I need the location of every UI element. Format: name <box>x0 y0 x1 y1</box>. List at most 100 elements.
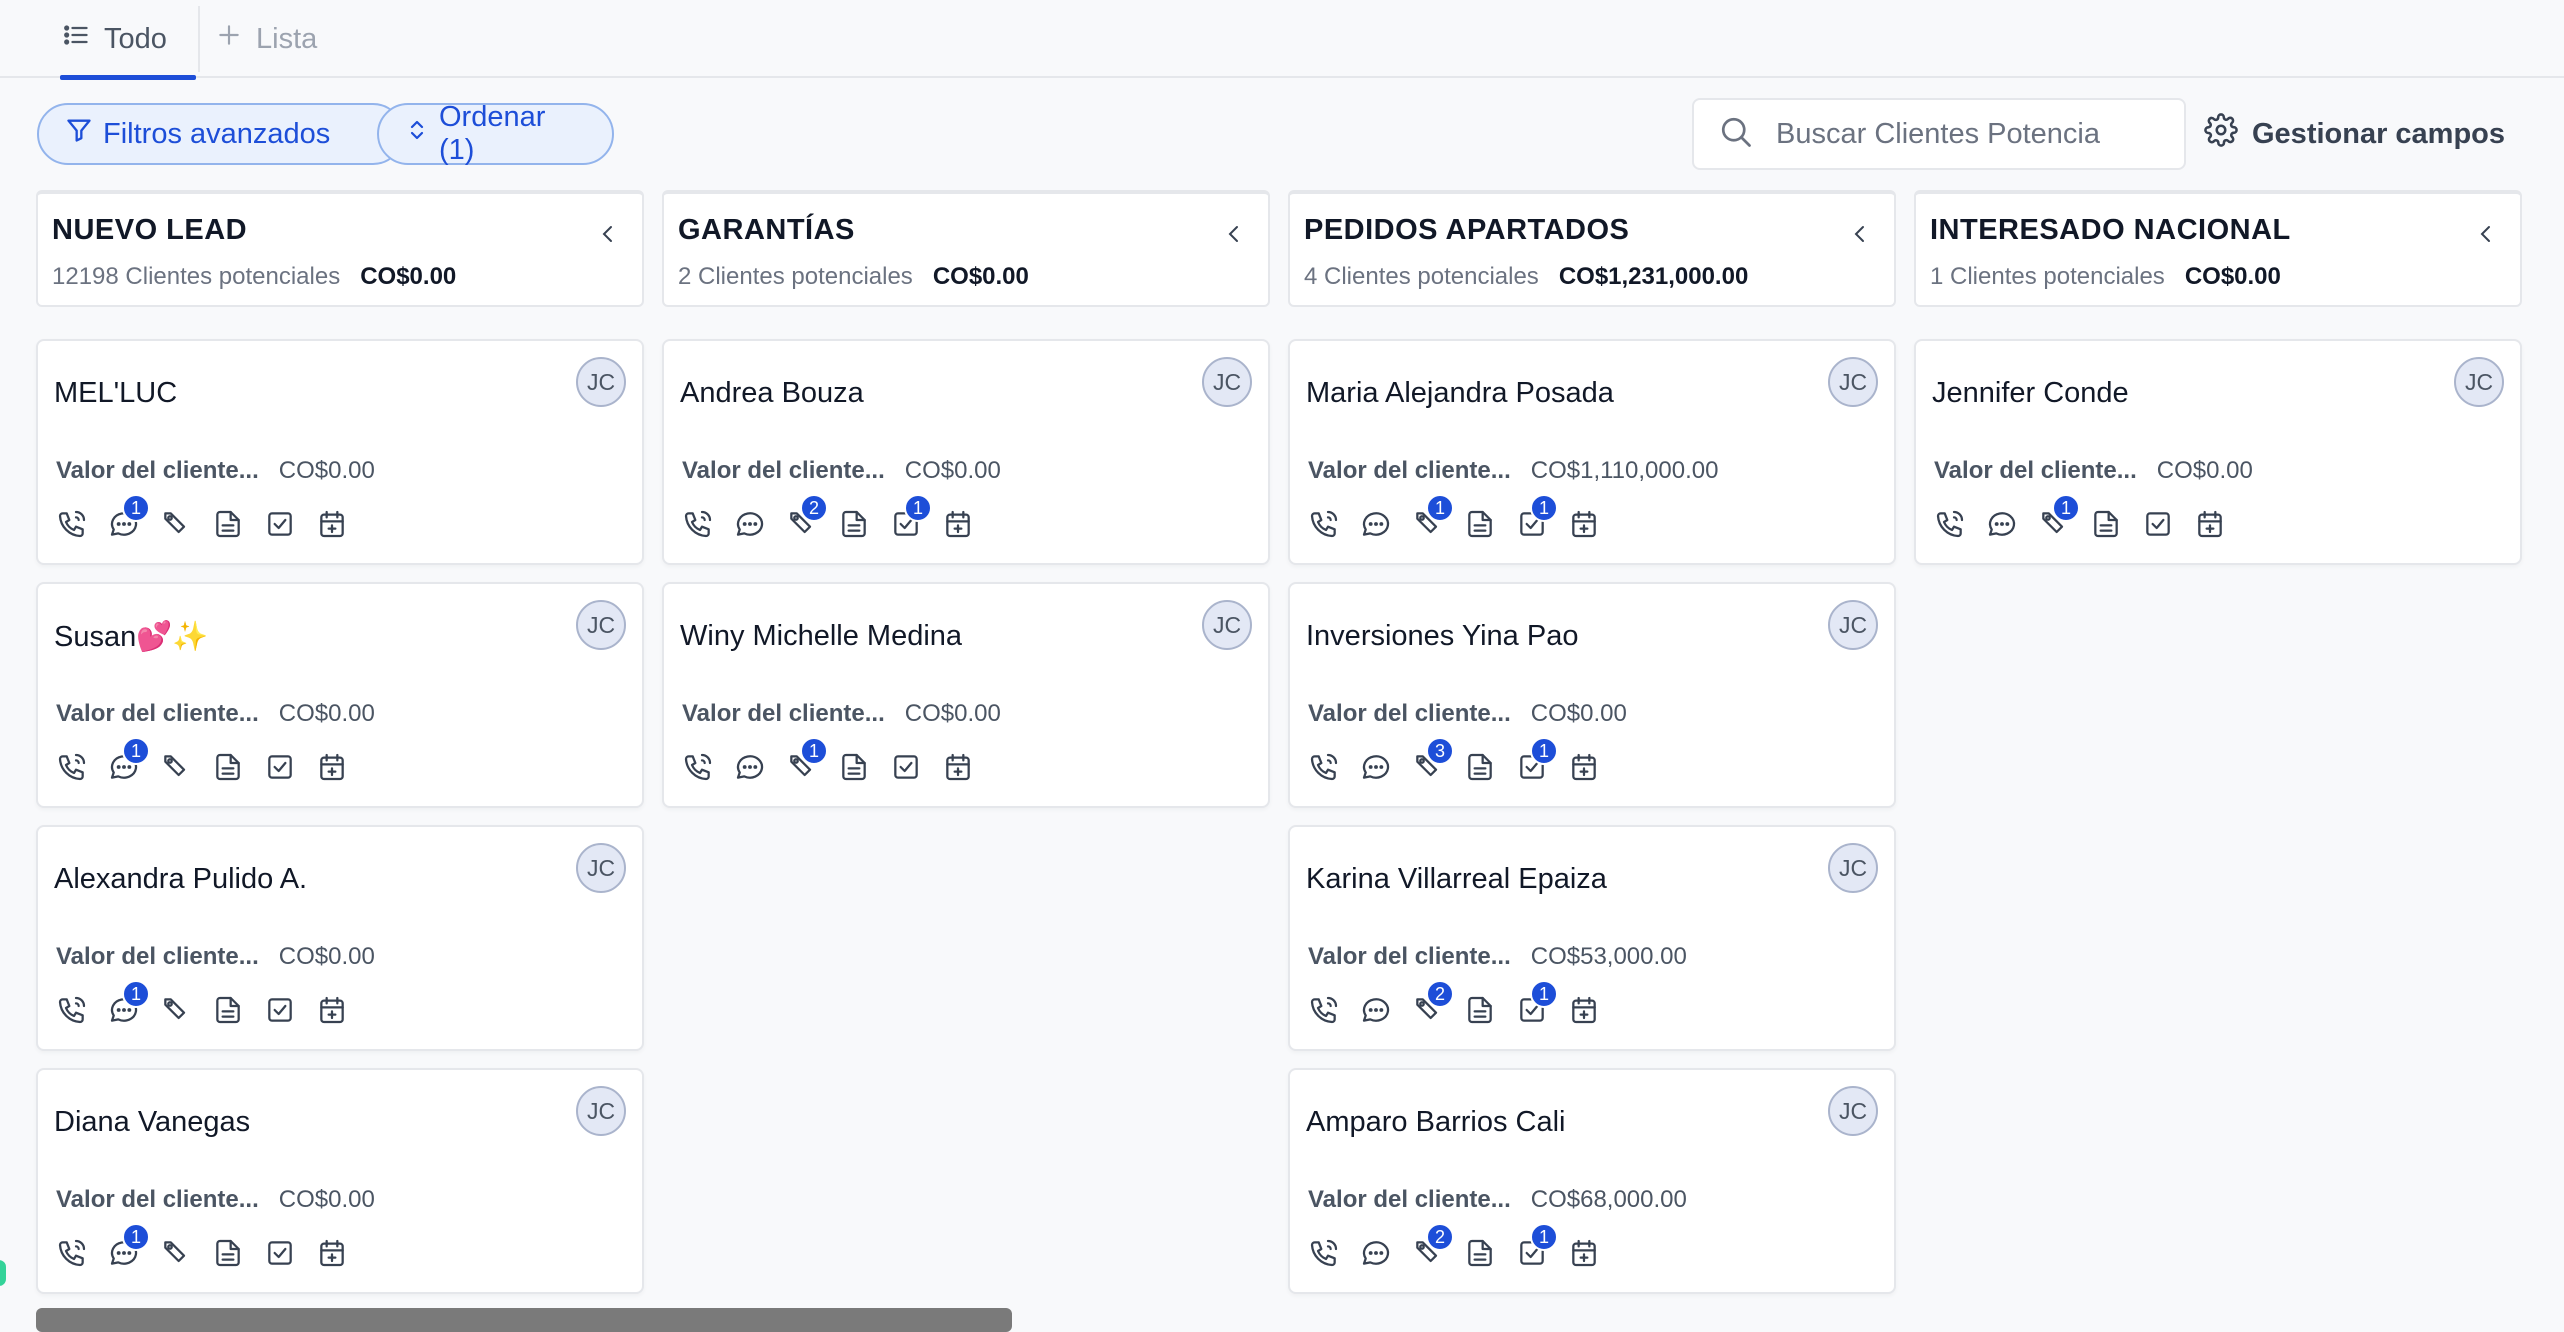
tag-icon[interactable]: 1 <box>784 737 828 785</box>
task-icon[interactable] <box>2140 506 2176 542</box>
lead-card[interactable]: Karina Villarreal Epaiza JC Valor del cl… <box>1288 825 1896 1051</box>
chat-icon[interactable] <box>1358 1235 1394 1271</box>
avatar[interactable]: JC <box>576 357 626 407</box>
task-icon[interactable]: 1 <box>1514 737 1558 785</box>
task-icon[interactable] <box>262 749 298 785</box>
avatar[interactable]: JC <box>1202 357 1252 407</box>
lead-card[interactable]: Jennifer Conde JC Valor del cliente... C… <box>1914 339 2522 565</box>
chat-icon[interactable] <box>1984 506 2020 542</box>
note-icon[interactable] <box>210 749 246 785</box>
avatar[interactable]: JC <box>1202 600 1252 650</box>
calendar-add-icon[interactable] <box>314 749 350 785</box>
avatar[interactable]: JC <box>576 1086 626 1136</box>
note-icon[interactable] <box>1462 749 1498 785</box>
calendar-add-icon[interactable] <box>940 506 976 542</box>
tab-todo[interactable]: Todo <box>60 0 196 80</box>
phone-icon[interactable] <box>1306 1235 1342 1271</box>
tag-icon[interactable]: 2 <box>1410 980 1454 1028</box>
task-icon[interactable] <box>262 1235 298 1271</box>
tag-icon[interactable]: 3 <box>1410 737 1454 785</box>
tag-icon[interactable]: 2 <box>784 494 828 542</box>
calendar-add-icon[interactable] <box>1566 506 1602 542</box>
phone-icon[interactable] <box>1306 506 1342 542</box>
tag-icon[interactable] <box>158 749 194 785</box>
phone-icon[interactable] <box>1932 506 1968 542</box>
collapse-chevron-icon[interactable] <box>596 222 620 246</box>
tag-icon[interactable] <box>158 992 194 1028</box>
note-icon[interactable] <box>836 506 872 542</box>
phone-icon[interactable] <box>54 1235 90 1271</box>
phone-icon[interactable] <box>54 749 90 785</box>
calendar-add-icon[interactable] <box>314 506 350 542</box>
avatar[interactable]: JC <box>2454 357 2504 407</box>
avatar[interactable]: JC <box>1828 600 1878 650</box>
tag-icon[interactable] <box>158 506 194 542</box>
lead-card[interactable]: MEL'LUC JC Valor del cliente... CO$0.00 … <box>36 339 644 565</box>
calendar-add-icon[interactable] <box>1566 992 1602 1028</box>
chat-icon[interactable] <box>1358 992 1394 1028</box>
avatar[interactable]: JC <box>576 843 626 893</box>
calendar-add-icon[interactable] <box>1566 1235 1602 1271</box>
tag-icon[interactable]: 1 <box>2036 494 2080 542</box>
task-icon[interactable] <box>888 749 924 785</box>
task-icon[interactable]: 1 <box>1514 494 1558 542</box>
lead-card[interactable]: Andrea Bouza JC Valor del cliente... CO$… <box>662 339 1270 565</box>
lead-card[interactable]: Alexandra Pulido A. JC Valor del cliente… <box>36 825 644 1051</box>
phone-icon[interactable] <box>680 506 716 542</box>
sort-button[interactable]: Ordenar (1) <box>377 101 614 166</box>
manage-fields-button[interactable]: Gestionar campos <box>2204 112 2505 156</box>
chat-icon[interactable]: 1 <box>106 737 150 785</box>
note-icon[interactable] <box>1462 506 1498 542</box>
avatar[interactable]: JC <box>1828 1086 1878 1136</box>
chat-icon[interactable]: 1 <box>106 1223 150 1271</box>
chat-icon[interactable] <box>1358 749 1394 785</box>
avatar[interactable]: JC <box>1828 357 1878 407</box>
tag-icon[interactable] <box>158 1235 194 1271</box>
task-icon[interactable]: 1 <box>1514 980 1558 1028</box>
phone-icon[interactable] <box>1306 992 1342 1028</box>
tag-icon[interactable]: 2 <box>1410 1223 1454 1271</box>
task-icon[interactable]: 1 <box>888 494 932 542</box>
phone-icon[interactable] <box>680 749 716 785</box>
task-icon[interactable] <box>262 506 298 542</box>
phone-icon[interactable] <box>54 992 90 1028</box>
note-icon[interactable] <box>210 992 246 1028</box>
chat-icon[interactable]: 1 <box>106 494 150 542</box>
search-box[interactable] <box>1692 98 2186 170</box>
lead-card[interactable]: Susan💕✨ JC Valor del cliente... CO$0.00 … <box>36 582 644 808</box>
phone-icon[interactable] <box>1306 749 1342 785</box>
calendar-add-icon[interactable] <box>1566 749 1602 785</box>
search-input[interactable] <box>1776 117 2156 151</box>
collapse-chevron-icon[interactable] <box>1222 222 1246 246</box>
calendar-add-icon[interactable] <box>314 1235 350 1271</box>
horizontal-scrollbar[interactable] <box>36 1308 1012 1332</box>
tag-icon[interactable]: 1 <box>1410 494 1454 542</box>
phone-icon[interactable] <box>54 506 90 542</box>
avatar[interactable]: JC <box>576 600 626 650</box>
calendar-add-icon[interactable] <box>2192 506 2228 542</box>
advanced-filters-button[interactable]: Filtros avanzados <box>37 103 404 165</box>
chat-icon[interactable]: 1 <box>106 980 150 1028</box>
lead-card[interactable]: Winy Michelle Medina JC Valor del client… <box>662 582 1270 808</box>
collapse-chevron-icon[interactable] <box>2474 222 2498 246</box>
lead-card[interactable]: Inversiones Yina Pao JC Valor del client… <box>1288 582 1896 808</box>
note-icon[interactable] <box>210 1235 246 1271</box>
tab-add-list[interactable]: Lista <box>216 0 317 78</box>
avatar[interactable]: JC <box>1828 843 1878 893</box>
chat-icon[interactable] <box>732 749 768 785</box>
calendar-add-icon[interactable] <box>940 749 976 785</box>
note-icon[interactable] <box>836 749 872 785</box>
note-icon[interactable] <box>210 506 246 542</box>
task-icon[interactable] <box>262 992 298 1028</box>
lead-card[interactable]: Diana Vanegas JC Valor del cliente... CO… <box>36 1068 644 1294</box>
note-icon[interactable] <box>1462 1235 1498 1271</box>
task-icon[interactable]: 1 <box>1514 1223 1558 1271</box>
collapse-chevron-icon[interactable] <box>1848 222 1872 246</box>
lead-card[interactable]: Amparo Barrios Cali JC Valor del cliente… <box>1288 1068 1896 1294</box>
calendar-add-icon[interactable] <box>314 992 350 1028</box>
lead-card[interactable]: Maria Alejandra Posada JC Valor del clie… <box>1288 339 1896 565</box>
note-icon[interactable] <box>1462 992 1498 1028</box>
chat-icon[interactable] <box>1358 506 1394 542</box>
note-icon[interactable] <box>2088 506 2124 542</box>
chat-icon[interactable] <box>732 506 768 542</box>
